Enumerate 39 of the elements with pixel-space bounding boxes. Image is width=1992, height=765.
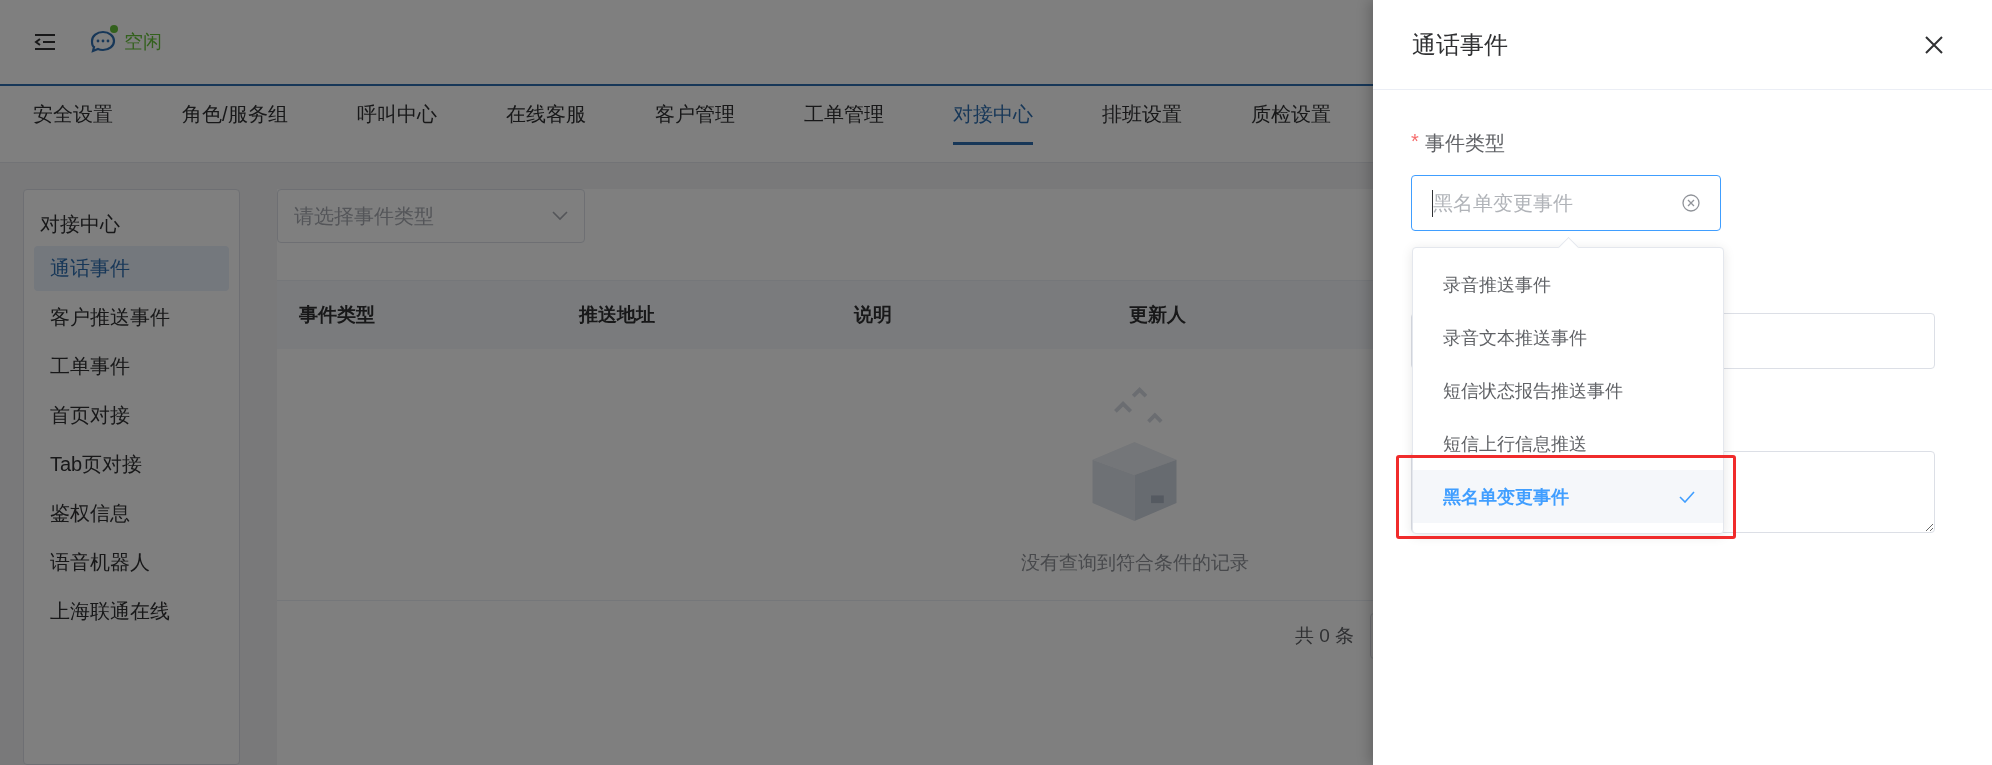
column-header: 推送地址 <box>579 303 656 327</box>
nav-tab[interactable]: 对接中心 <box>952 86 1033 145</box>
sidebar-item[interactable]: 通话事件 <box>34 246 229 291</box>
nav-tab[interactable]: 安全设置 <box>33 86 113 145</box>
dropdown-option[interactable]: 录音推送事件 <box>1413 258 1723 311</box>
drawer-title: 通话事件 <box>1412 29 1508 60</box>
dropdown-option[interactable]: 短信状态报告推送事件 <box>1413 364 1723 417</box>
column-header: 说明 <box>854 303 893 327</box>
nav-tab[interactable]: 排班设置 <box>1101 86 1182 145</box>
sidebar-item[interactable]: 语音机器人 <box>34 540 229 585</box>
nav-tab[interactable]: 角色/服务组 <box>182 86 288 145</box>
menu-fold-icon[interactable] <box>34 33 56 51</box>
clear-icon[interactable] <box>1682 194 1700 212</box>
nav-tab[interactable]: 质检设置 <box>1250 86 1331 145</box>
dropdown-option[interactable]: 短信上行信息推送 <box>1413 417 1723 470</box>
check-icon <box>1679 490 1695 503</box>
total-count: 共 0 条 <box>1294 624 1354 648</box>
agent-status: 空闲 <box>124 30 162 54</box>
sidebar-item[interactable]: 鉴权信息 <box>34 491 229 536</box>
sidebar-item[interactable]: 首页对接 <box>34 393 229 438</box>
sidebar-item[interactable]: 工单事件 <box>34 344 229 389</box>
close-icon[interactable] <box>1924 34 1944 55</box>
chevron-down-icon <box>552 211 568 221</box>
dropdown-option[interactable]: 录音文本推送事件 <box>1413 311 1723 364</box>
sidebar-title: 对接中心 <box>39 211 121 237</box>
required-mark: * <box>1411 130 1419 154</box>
sidebar-item[interactable]: 上海联通在线 <box>34 589 229 634</box>
nav-tab[interactable]: 在线客服 <box>505 86 586 145</box>
column-header: 更新人 <box>1129 303 1187 327</box>
status-dot <box>110 25 118 33</box>
column-header: 事件类型 <box>299 303 376 327</box>
sidebar-item[interactable]: Tab页对接 <box>34 442 229 487</box>
chat-icon[interactable] <box>90 30 116 54</box>
field-label: 事件类型 <box>1424 131 1505 156</box>
nav-tab[interactable]: 呼叫中心 <box>356 86 437 145</box>
nav-tab[interactable]: 工单管理 <box>803 86 884 145</box>
sidebar-item[interactable]: 客户推送事件 <box>34 295 229 340</box>
dropdown-option[interactable]: 黑名单变更事件 <box>1413 470 1723 523</box>
nav-tab[interactable]: 客户管理 <box>654 86 735 145</box>
